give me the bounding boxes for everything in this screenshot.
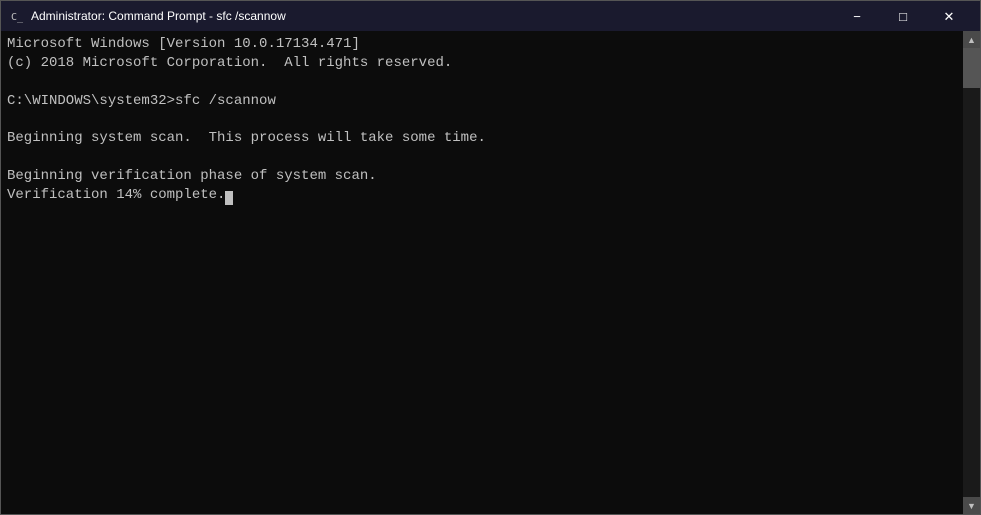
terminal-content[interactable]: Microsoft Windows [Version 10.0.17134.47…: [1, 31, 963, 514]
cmd-icon: C_: [9, 8, 25, 24]
title-bar-controls: − □ ✕: [834, 1, 972, 31]
title-bar-text: Administrator: Command Prompt - sfc /sca…: [31, 9, 834, 23]
scrollbar-thumb[interactable]: [963, 48, 980, 88]
scrollbar: ▲ ▼: [963, 31, 980, 514]
svg-text:C_: C_: [11, 12, 24, 23]
cmd-window: C_ Administrator: Command Prompt - sfc /…: [0, 0, 981, 515]
cursor: [225, 191, 233, 205]
close-button[interactable]: ✕: [926, 1, 972, 31]
maximize-button[interactable]: □: [880, 1, 926, 31]
scrollbar-down-arrow[interactable]: ▼: [963, 497, 980, 514]
minimize-button[interactable]: −: [834, 1, 880, 31]
scrollbar-track[interactable]: [963, 48, 980, 497]
terminal-body: Microsoft Windows [Version 10.0.17134.47…: [1, 31, 980, 514]
title-bar: C_ Administrator: Command Prompt - sfc /…: [1, 1, 980, 31]
scrollbar-up-arrow[interactable]: ▲: [963, 31, 980, 48]
